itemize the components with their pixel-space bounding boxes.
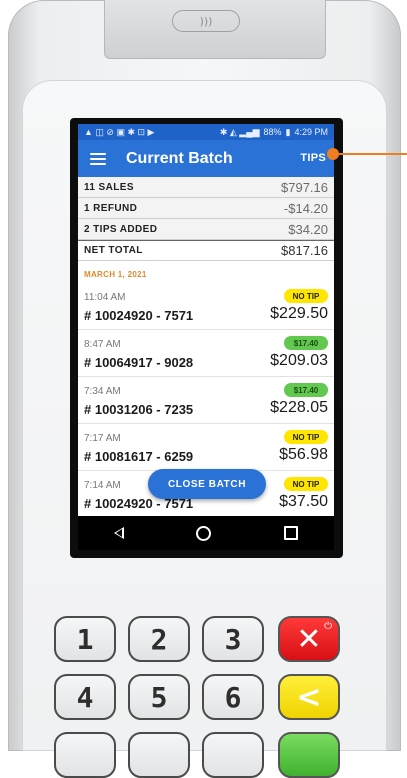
screen: ▲ ◫ ⊘ ▣ ✱ ⊡ ▶ ✱ ◭ ▂▄▆ 88% ▮ 4:29 PM Curr… (78, 124, 334, 550)
key-label: 4 (76, 680, 94, 714)
key-4[interactable]: 4 (54, 674, 116, 720)
signal-icon: ✱ ◭ ▂▄▆ (219, 126, 260, 137)
key-8[interactable] (128, 732, 190, 778)
key-7[interactable] (54, 732, 116, 778)
clock: 4:29 PM (294, 127, 328, 137)
list-item[interactable]: 8:47 AM # 10064917 - 9028 $17.40 $209.03 (78, 330, 334, 377)
tip-badge: $17.40 (284, 336, 328, 350)
tips-button[interactable]: TIPS (300, 152, 326, 164)
android-nav-bar (78, 516, 334, 550)
summary-row-refund: 1 REFUND -$14.20 (78, 198, 334, 219)
txn-amount: $228.05 (270, 399, 328, 416)
txn-amount: $209.03 (270, 352, 328, 369)
key-label: 6 (224, 680, 242, 714)
enter-key[interactable] (278, 732, 340, 778)
key-2[interactable]: 2 (128, 616, 190, 662)
txn-id: # 10081617 - 6259 (84, 449, 194, 464)
tip-badge: $17.40 (284, 383, 328, 397)
summary-label: 2 TIPS ADDED (84, 223, 158, 235)
summary-value: $817.16 (281, 243, 328, 258)
txn-time: 8:47 AM (84, 339, 121, 350)
clear-key[interactable]: < (278, 674, 340, 720)
callout-line (334, 153, 407, 155)
power-icon: ⏻ (324, 621, 332, 632)
txn-time: 7:17 AM (84, 433, 121, 444)
txn-id: # 10031206 - 7235 (84, 402, 194, 417)
key-5[interactable]: 5 (128, 674, 190, 720)
key-label: 3 (224, 622, 242, 656)
summary-label: NET TOTAL (84, 245, 143, 256)
list-item[interactable]: 11:04 AM # 10024920 - 7571 NO TIP $229.5… (78, 283, 334, 330)
txn-amount: $37.50 (279, 493, 328, 510)
recent-apps-icon[interactable] (283, 526, 298, 540)
key-1[interactable]: 1 (54, 616, 116, 662)
summary-row-net-total: NET TOTAL $817.16 (78, 240, 334, 261)
key-label: 5 (150, 680, 168, 714)
txn-amount: $56.98 (279, 446, 328, 463)
no-tip-badge: NO TIP (284, 477, 328, 491)
chevron-left-icon: < (296, 679, 322, 715)
app-bar: Current Batch TIPS (78, 140, 334, 177)
key-label: 2 (150, 622, 168, 656)
list-item[interactable]: 7:34 AM # 10031206 - 7235 $17.40 $228.05 (78, 377, 334, 424)
home-icon[interactable] (196, 525, 212, 541)
txn-id: # 10064917 - 9028 (84, 355, 194, 370)
list-item[interactable]: 7:17 AM # 10081617 - 6259 NO TIP $56.98 (78, 424, 334, 471)
summary-label: 11 SALES (84, 181, 134, 193)
summary-value: -$14.20 (283, 200, 328, 216)
key-9[interactable] (202, 732, 264, 778)
back-icon[interactable] (114, 527, 125, 539)
page-title: Current Batch (126, 149, 233, 167)
key-label: 1 (76, 622, 94, 656)
status-bar: ▲ ◫ ⊘ ▣ ✱ ⊡ ▶ ✱ ◭ ▂▄▆ 88% ▮ 4:29 PM (78, 124, 334, 140)
txn-time: 7:34 AM (84, 386, 121, 397)
callout-dot (327, 148, 339, 160)
battery-level: 88% (263, 127, 282, 137)
txn-time: 7:14 AM (84, 480, 121, 491)
summary-label: 1 REFUND (84, 202, 138, 214)
summary-value: $34.20 (288, 221, 328, 237)
no-tip-badge: NO TIP (284, 289, 328, 303)
menu-icon[interactable] (90, 152, 106, 165)
no-tip-badge: NO TIP (284, 430, 328, 444)
status-icons: ▲ ◫ ⊘ ▣ ✱ ⊡ ▶ (84, 126, 155, 137)
close-icon: ✕ (296, 621, 322, 657)
summary-row-sales: 11 SALES $797.16 (78, 177, 334, 198)
key-6[interactable]: 6 (202, 674, 264, 720)
txn-id: # 10024920 - 7571 (84, 308, 194, 323)
close-batch-button[interactable]: CLOSE BATCH (148, 469, 266, 499)
txn-time: 11:04 AM (84, 292, 126, 303)
contactless-icon: ))) (172, 10, 240, 32)
cancel-key[interactable]: ✕ ⏻ (278, 616, 340, 662)
summary-row-tips: 2 TIPS ADDED $34.20 (78, 219, 334, 240)
key-3[interactable]: 3 (202, 616, 264, 662)
date-header: MARCH 1, 2021 (84, 270, 147, 279)
txn-amount: $229.50 (270, 305, 328, 322)
battery-icon: ▮ (285, 126, 291, 137)
summary-value: $797.16 (281, 179, 328, 195)
batch-summary: 11 SALES $797.16 1 REFUND -$14.20 2 TIPS… (78, 177, 334, 261)
